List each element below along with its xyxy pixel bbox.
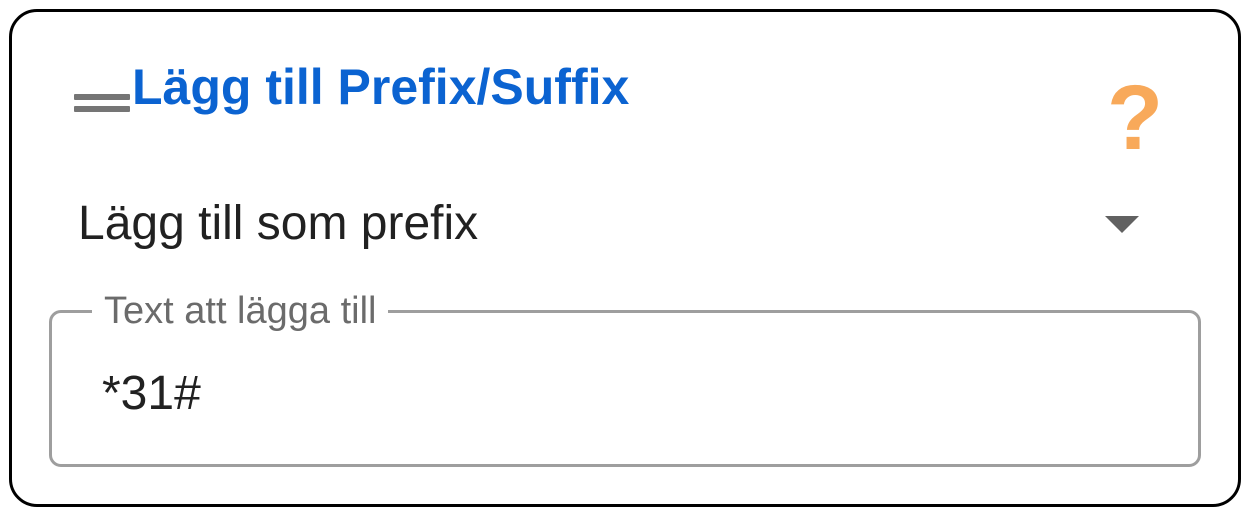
drag-handle-bar-top [74,94,130,100]
mode-select[interactable]: Lägg till som prefix [62,184,1162,270]
drag-handle-bar-bottom [74,106,130,112]
text-to-add-input[interactable] [102,361,1142,425]
dropdown-arrow-icon[interactable] [1105,216,1139,233]
text-to-add-label: Text att lägga till [92,289,389,333]
card-title: Lägg till Prefix/Suffix [132,59,630,115]
help-icon[interactable]: ? [1100,70,1170,166]
mode-select-value: Lägg till som prefix [78,197,479,250]
drag-handle-icon[interactable] [74,90,130,114]
text-to-add-field[interactable]: Text att lägga till [49,289,1201,467]
